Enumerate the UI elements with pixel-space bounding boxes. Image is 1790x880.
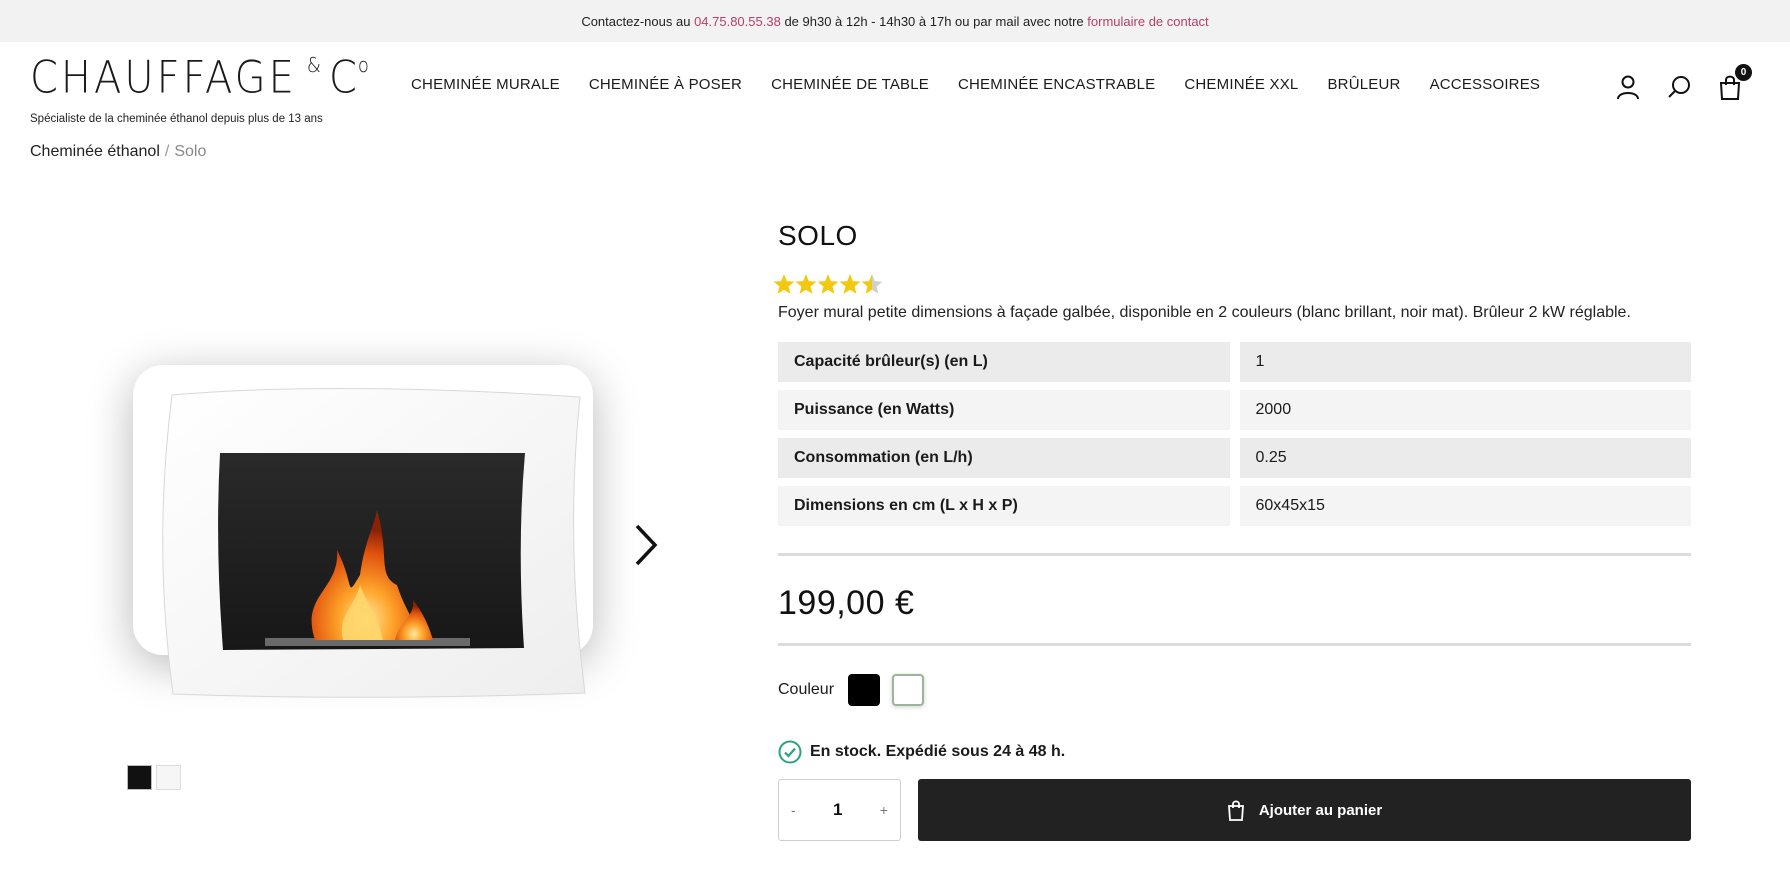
star-icon xyxy=(839,274,861,294)
color-swatch-white[interactable] xyxy=(892,674,925,706)
main-nav: CHEMINÉE MURALE CHEMINÉE À POSER CHEMINÉ… xyxy=(411,76,1569,93)
check-circle-icon xyxy=(778,740,802,764)
logo-co-sup: o xyxy=(357,54,370,78)
cart-count-badge: 0 xyxy=(1735,64,1752,81)
fireplace-illustration xyxy=(162,387,586,698)
spec-value: 1 xyxy=(1239,342,1691,382)
product-main-image[interactable] xyxy=(115,345,630,700)
star-icons xyxy=(773,274,883,294)
thumbnail-white[interactable] xyxy=(156,765,181,790)
divider xyxy=(778,553,1691,556)
spec-row: Dimensions en cm (L x H x P) 60x45x15 xyxy=(778,486,1691,526)
product-gallery xyxy=(115,345,658,805)
logo-co: Co xyxy=(329,52,370,104)
thumbnail-strip xyxy=(127,765,181,790)
logo-ampersand: & xyxy=(306,54,321,78)
add-to-cart-button[interactable]: Ajouter au panier xyxy=(918,779,1691,841)
spec-row: Consommation (en L/h) 0.25 xyxy=(778,438,1691,478)
product-title: SOLO xyxy=(778,220,858,251)
logo-tagline: Spécialiste de la cheminée éthanol depui… xyxy=(30,113,323,125)
thumbnail-black[interactable] xyxy=(127,765,152,790)
spec-label: Puissance (en Watts) xyxy=(778,390,1230,430)
product-price: 199,00 € xyxy=(778,584,915,622)
chevron-right-icon[interactable] xyxy=(625,520,665,570)
top-contact-bar: Contactez-nous au 04.75.80.55.38 de 9h30… xyxy=(0,0,1790,42)
nav-accessoires[interactable]: ACCESSOIRES xyxy=(1430,76,1541,93)
star-icon xyxy=(817,274,839,294)
rating-stars[interactable] xyxy=(772,272,890,298)
star-icon xyxy=(795,274,817,294)
breadcrumb-parent[interactable]: Cheminée éthanol xyxy=(30,143,160,160)
spec-label: Consommation (en L/h) xyxy=(778,438,1230,478)
user-icon[interactable] xyxy=(1616,74,1640,100)
breadcrumb-separator: / xyxy=(164,143,170,160)
spec-table: Capacité brûleur(s) (en L) 1 Puissance (… xyxy=(778,342,1691,534)
spec-value: 0.25 xyxy=(1239,438,1691,478)
breadcrumb: Cheminée éthanol / Solo xyxy=(30,143,206,161)
logo[interactable]: CHAUFFAGE & Co Spécialiste de la cheminé… xyxy=(30,52,370,125)
quantity-stepper: - 1 + xyxy=(778,779,901,841)
star-icon xyxy=(773,274,795,294)
site-header: CHAUFFAGE & Co Spécialiste de la cheminé… xyxy=(0,42,1790,134)
product-description: Foyer mural petite dimensions à façade g… xyxy=(778,304,1631,321)
product-info: SOLO Foyer mural petite dimensions à faç… xyxy=(773,220,1691,841)
logo-wordmark: CHAUFFAGE & Co xyxy=(30,52,370,104)
color-swatch-black[interactable] xyxy=(848,674,881,706)
nav-cheminee-a-poser[interactable]: CHEMINÉE À POSER xyxy=(589,76,742,93)
nav-cheminee-de-table[interactable]: CHEMINÉE DE TABLE xyxy=(771,76,929,93)
spec-row: Capacité brûleur(s) (en L) 1 xyxy=(778,342,1691,382)
quantity-input[interactable]: 1 xyxy=(833,800,842,820)
nav-cheminee-xxl[interactable]: CHEMINÉE XXL xyxy=(1184,76,1298,93)
divider xyxy=(778,643,1691,646)
contact-form-link[interactable]: formulaire de contact xyxy=(1087,14,1208,29)
search-icon[interactable] xyxy=(1667,74,1691,100)
spec-label: Capacité brûleur(s) (en L) xyxy=(778,342,1230,382)
shopping-bag-icon[interactable]: 0 xyxy=(1718,64,1752,100)
color-label: Couleur xyxy=(778,681,835,698)
nav-bruleur[interactable]: BRÛLEUR xyxy=(1327,76,1400,93)
quantity-increase-button[interactable]: + xyxy=(880,802,888,818)
logo-co-letter: C xyxy=(328,52,358,104)
stock-text: En stock. Expédié sous 24 à 48 h. xyxy=(810,743,1066,760)
color-selector: Couleur xyxy=(778,674,936,706)
header-icons: 0 xyxy=(1616,64,1752,100)
add-to-cart-label: Ajouter au panier xyxy=(1258,801,1383,819)
shopping-bag-icon xyxy=(1227,800,1244,821)
nav-cheminee-murale[interactable]: CHEMINÉE MURALE xyxy=(411,76,560,93)
stock-status: En stock. Expédié sous 24 à 48 h. xyxy=(778,740,1065,764)
nav-cheminee-encastrable[interactable]: CHEMINÉE ENCASTRABLE xyxy=(958,76,1155,93)
spec-value: 60x45x15 xyxy=(1239,486,1691,526)
spec-row: Puissance (en Watts) 2000 xyxy=(778,390,1691,430)
star-icon xyxy=(861,274,883,294)
contact-prefix: Contactez-nous au xyxy=(581,13,691,29)
spec-value: 2000 xyxy=(1239,390,1691,430)
quantity-decrease-button[interactable]: - xyxy=(791,802,796,818)
breadcrumb-current: Solo xyxy=(174,143,207,160)
logo-main-text: CHAUFFAGE xyxy=(30,52,297,104)
phone-link[interactable]: 04.75.80.55.38 xyxy=(694,14,781,29)
spec-label: Dimensions en cm (L x H x P) xyxy=(778,486,1230,526)
contact-hours: de 9h30 à 12h - 14h30 à 17h ou par mail … xyxy=(784,13,1084,29)
